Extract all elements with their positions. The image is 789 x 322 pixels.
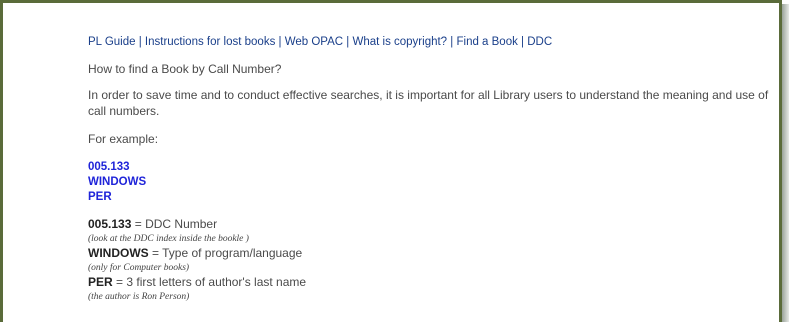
definition-text: = DDC Number [131, 217, 218, 231]
definition-item: PER = 3 first letters of author's last n… [88, 275, 778, 290]
question-heading: How to find a Book by Call Number? [88, 62, 282, 76]
main-content: PL Guide | Instructions for lost books |… [88, 36, 778, 304]
nav-links: PL Guide | Instructions for lost books |… [88, 36, 778, 48]
nav-link-copyright[interactable]: What is copyright? [352, 36, 447, 48]
nav-link-web-opac[interactable]: Web OPAC [285, 36, 343, 48]
call-number-author: PER [88, 191, 112, 203]
call-number-example: 005.133 WINDOWS PER [88, 160, 778, 205]
definition-key: PER [88, 275, 113, 289]
definition-list: 005.133 = DDC Number (look at the DDC in… [88, 217, 778, 304]
intro-paragraph: In order to save time and to conduct eff… [88, 88, 769, 118]
nav-link-pl-guide[interactable]: PL Guide [88, 36, 136, 48]
nav-separator: | [275, 36, 285, 48]
definition-item: WINDOWS = Type of program/language [88, 246, 778, 261]
nav-separator: | [135, 36, 145, 48]
definition-note: (the author is Ron Person) [88, 292, 190, 302]
nav-separator: | [517, 36, 528, 48]
call-number-class: 005.133 [88, 161, 130, 173]
definition-item: 005.133 = DDC Number [88, 217, 778, 232]
definition-text: = Type of program/language [148, 246, 303, 260]
definition-key: WINDOWS [88, 246, 149, 260]
definition-key: 005.133 [88, 217, 132, 231]
definition-note: (look at the DDC index inside the bookle… [88, 234, 249, 244]
nav-link-lost-books[interactable]: Instructions for lost books [145, 36, 275, 48]
definition-text: = 3 first letters of author's last name [112, 275, 307, 289]
frame-shadow [782, 4, 789, 322]
definition-note: (only for Computer books) [88, 263, 190, 273]
for-example-label: For example: [88, 132, 159, 146]
call-number-topic: WINDOWS [88, 176, 147, 188]
nav-link-find-a-book[interactable]: Find a Book [456, 36, 517, 48]
nav-link-ddc[interactable]: DDC [527, 36, 552, 48]
